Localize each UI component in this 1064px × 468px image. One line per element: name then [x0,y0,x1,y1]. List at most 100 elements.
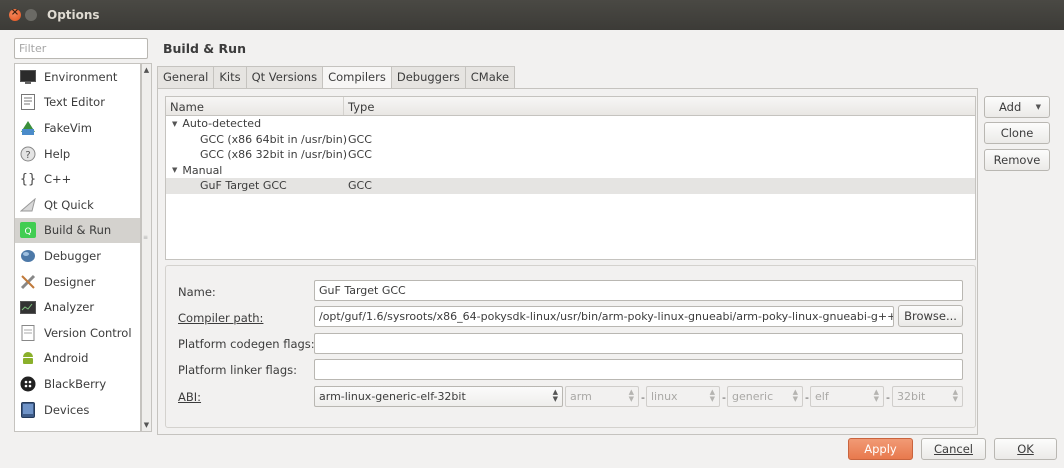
minimize-window-button[interactable] [25,9,37,21]
sidebar-item-label: BlackBerry [44,376,107,391]
browse-button[interactable]: Browse... [898,305,963,327]
tree-row[interactable]: GCC (x86 32bit in /usr/bin) GCC [166,147,975,163]
environment-icon [20,69,36,85]
tree-group-label: Auto-detected [182,117,262,131]
sidebar-item-label: C++ [44,172,72,187]
sidebar-item-help[interactable]: ? Help [15,141,140,167]
abi-width-value: 32bit [897,390,926,403]
compiler-name: GCC (x86 32bit in /usr/bin) [200,148,347,162]
abi-separator: - [722,391,726,404]
spin-arrows-icon: ▲ ▼ [873,388,879,403]
cancel-button[interactable]: Cancel [921,438,986,460]
abi-separator: - [641,391,645,404]
sidebar-item-text-editor[interactable]: Text Editor [15,90,140,116]
abi-os-value: linux [651,390,678,403]
scroll-up-icon[interactable]: ▲ [142,66,151,74]
sidebar-item-label: Version Control [44,325,132,340]
tab-bar: General Kits Qt Versions Compilers Debug… [157,66,516,89]
sidebar-item-debugger[interactable]: Debugger [15,243,140,269]
version-control-icon [20,324,36,341]
spin-arrows-icon: ▲ ▼ [628,388,634,403]
analyzer-icon [20,299,36,315]
add-button[interactable]: Add ▼ [984,96,1050,118]
tree-row[interactable]: GCC (x86 64bit in /usr/bin) GCC [166,132,975,148]
compiler-type: GCC [348,148,372,162]
scroll-down-icon[interactable]: ▼ [142,421,151,429]
tree-group-label: Manual [182,163,223,177]
cancel-button-label: Cancel [934,442,973,456]
spin-arrows-icon: ▲ ▼ [709,388,715,403]
compiler-type: GCC [348,132,372,146]
abi-select[interactable]: arm-linux-generic-elf-32bit ▲ ▼ [314,386,563,407]
clone-button[interactable]: Clone [984,122,1050,144]
sidebar-item-label: FakeVim [44,120,92,135]
qt-quick-icon [20,197,36,213]
sidebar-item-fakevim[interactable]: FakeVim [15,115,140,141]
sidebar-item-environment[interactable]: Environment [15,64,140,90]
filter-input[interactable]: Filter [14,38,148,59]
abi-architecture-value: arm [570,390,592,403]
sidebar-item-label: Android [44,351,89,366]
abi-format-select: elf ▲ ▼ [810,386,884,407]
close-icon: × [10,7,20,18]
compilers-tree[interactable]: Name Type ▼ Auto-detected GCC (x86 64bit… [165,96,976,260]
tree-row-selected[interactable]: GuF Target GCC GCC [166,178,975,194]
abi-width-select: 32bit ▲ ▼ [892,386,963,407]
tree-group-manual[interactable]: ▼ Manual [166,163,975,179]
sidebar-item-label: Debugger [44,248,101,263]
compiler-name: GCC (x86 64bit in /usr/bin) [200,132,347,146]
codegen-flags-field[interactable] [314,333,963,354]
compiler-path-label-text: Compiler path: [178,311,264,325]
sidebar-item-android[interactable]: Android [15,346,140,372]
tab-debuggers[interactable]: Debuggers [390,66,466,88]
tab-general[interactable]: General [157,66,215,88]
debugger-icon [20,248,36,264]
sidebar-item-cpp[interactable]: {} C++ [15,166,140,192]
tab-cmake[interactable]: CMake [464,66,516,88]
column-header-type[interactable]: Type [344,97,378,115]
sidebar-item-qt-quick[interactable]: Qt Quick [15,192,140,218]
options-category-list: Environment Text Editor FakeVim ? Help {… [14,63,141,432]
sidebar-item-analyzer[interactable]: Analyzer [15,294,140,320]
expand-arrow-icon[interactable]: ▼ [172,166,177,174]
sidebar-item-designer[interactable]: Designer [15,269,140,295]
abi-flavor-select: generic ▲ ▼ [727,386,803,407]
devices-icon [20,401,36,418]
ok-button-label: OK [1017,442,1034,456]
spin-arrows-icon: ▲ ▼ [952,388,958,403]
close-window-button[interactable]: × [9,7,21,21]
dropdown-arrow-icon: ▼ [1035,103,1041,111]
tab-qt-versions[interactable]: Qt Versions [245,66,324,88]
compiler-path-field[interactable]: /opt/guf/1.6/sysroots/x86_64-pokysdk-lin… [314,306,894,327]
sidebar-item-version-control[interactable]: Version Control [15,320,140,346]
scroll-grip-icon[interactable]: ≡ [143,234,150,244]
column-header-name[interactable]: Name [166,97,344,115]
name-field[interactable]: GuF Target GCC [314,280,963,301]
sidebar-scrollbar[interactable]: ▲ ≡ ▼ [141,63,152,432]
sidebar-item-blackberry[interactable]: BlackBerry [15,371,140,397]
sidebar-item-build-run[interactable]: Q Build & Run [15,217,140,244]
sidebar-item-label: Build & Run [44,223,112,238]
name-label: Name: [178,285,216,299]
tab-compilers[interactable]: Compilers [322,66,392,89]
text-editor-icon [20,94,36,111]
sidebar-item-devices[interactable]: Devices [15,397,140,423]
ok-button[interactable]: OK [994,438,1057,460]
fakevim-icon [20,120,36,136]
abi-architecture-select: arm ▲ ▼ [565,386,639,407]
window-title: Options [47,8,100,22]
tree-header: Name Type [166,97,975,116]
remove-button[interactable]: Remove [984,149,1050,171]
apply-button[interactable]: Apply [848,438,913,460]
linker-flags-field[interactable] [314,359,963,380]
compiler-type: GCC [348,179,372,193]
help-icon: ? [20,146,36,162]
expand-arrow-icon[interactable]: ▼ [172,120,177,128]
tree-group-auto-detected[interactable]: ▼ Auto-detected [166,116,975,132]
abi-separator: - [805,391,809,404]
abi-format-value: elf [815,390,829,403]
codegen-flags-label: Platform codegen flags: [178,337,315,351]
tab-kits[interactable]: Kits [213,66,247,88]
sidebar-item-label: Text Editor [44,95,105,110]
abi-os-select: linux ▲ ▼ [646,386,720,407]
